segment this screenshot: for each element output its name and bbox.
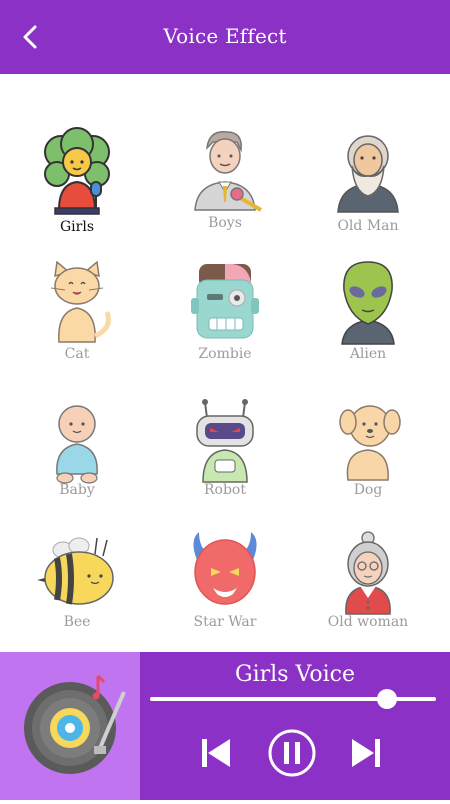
now-playing-title: Girls Voice [235,662,355,687]
voice-effect-grid: Girls Boys Old Man Cat Zombie Alien Baby… [0,74,450,652]
next-track-icon[interactable] [350,738,382,768]
effect-label: Zombie [198,346,252,362]
effect-baby[interactable]: Baby [2,398,152,518]
effect-label: Bee [63,614,91,630]
effect-label: Cat [64,346,90,362]
effect-label: Boys [208,215,242,231]
effect-label: Robot [204,482,246,498]
devil-mask-icon [193,532,257,605]
effect-star-war[interactable]: Star War [150,530,300,650]
zombie-icon [191,263,259,339]
seek-bar[interactable] [150,689,436,709]
effect-label: Baby [59,482,95,498]
robot-icon [196,399,254,483]
effect-zombie[interactable]: Zombie [150,258,300,378]
app-header: Voice Effect [0,0,450,74]
effect-label: Old woman [327,614,409,630]
cat-icon [50,260,111,343]
effect-boys[interactable]: Boys [150,126,300,246]
vinyl-record-icon [24,674,126,774]
baby-icon [56,405,98,484]
effect-old-woman[interactable]: Old woman [293,530,443,650]
previous-track-icon[interactable] [200,738,232,768]
effect-bee[interactable]: Bee [2,530,152,650]
effect-label: Star War [193,614,257,630]
player-thumbnail [0,652,140,800]
effect-label: Dog [353,482,383,498]
boy-with-microphone-icon [194,131,263,212]
effect-alien[interactable]: Alien [293,258,443,378]
effect-label: Old Man [337,218,399,234]
old-woman-icon [345,531,391,615]
effect-cat[interactable]: Cat [2,258,152,378]
pause-button[interactable] [267,728,317,778]
alien-icon [341,261,395,345]
effect-dog[interactable]: Dog [293,398,443,518]
effect-label: Girls [59,219,94,235]
effect-girls[interactable]: Girls [2,126,152,246]
effect-old-man[interactable]: Old Man [293,126,443,246]
dog-icon [339,405,401,481]
effect-robot[interactable]: Robot [150,398,300,518]
effect-label: Alien [349,346,387,362]
bee-icon [37,537,114,605]
girl-with-microphone-icon [44,127,110,215]
old-man-icon [337,135,399,213]
audio-player: Girls Voice [0,652,450,800]
page-title: Voice Effect [163,24,287,48]
